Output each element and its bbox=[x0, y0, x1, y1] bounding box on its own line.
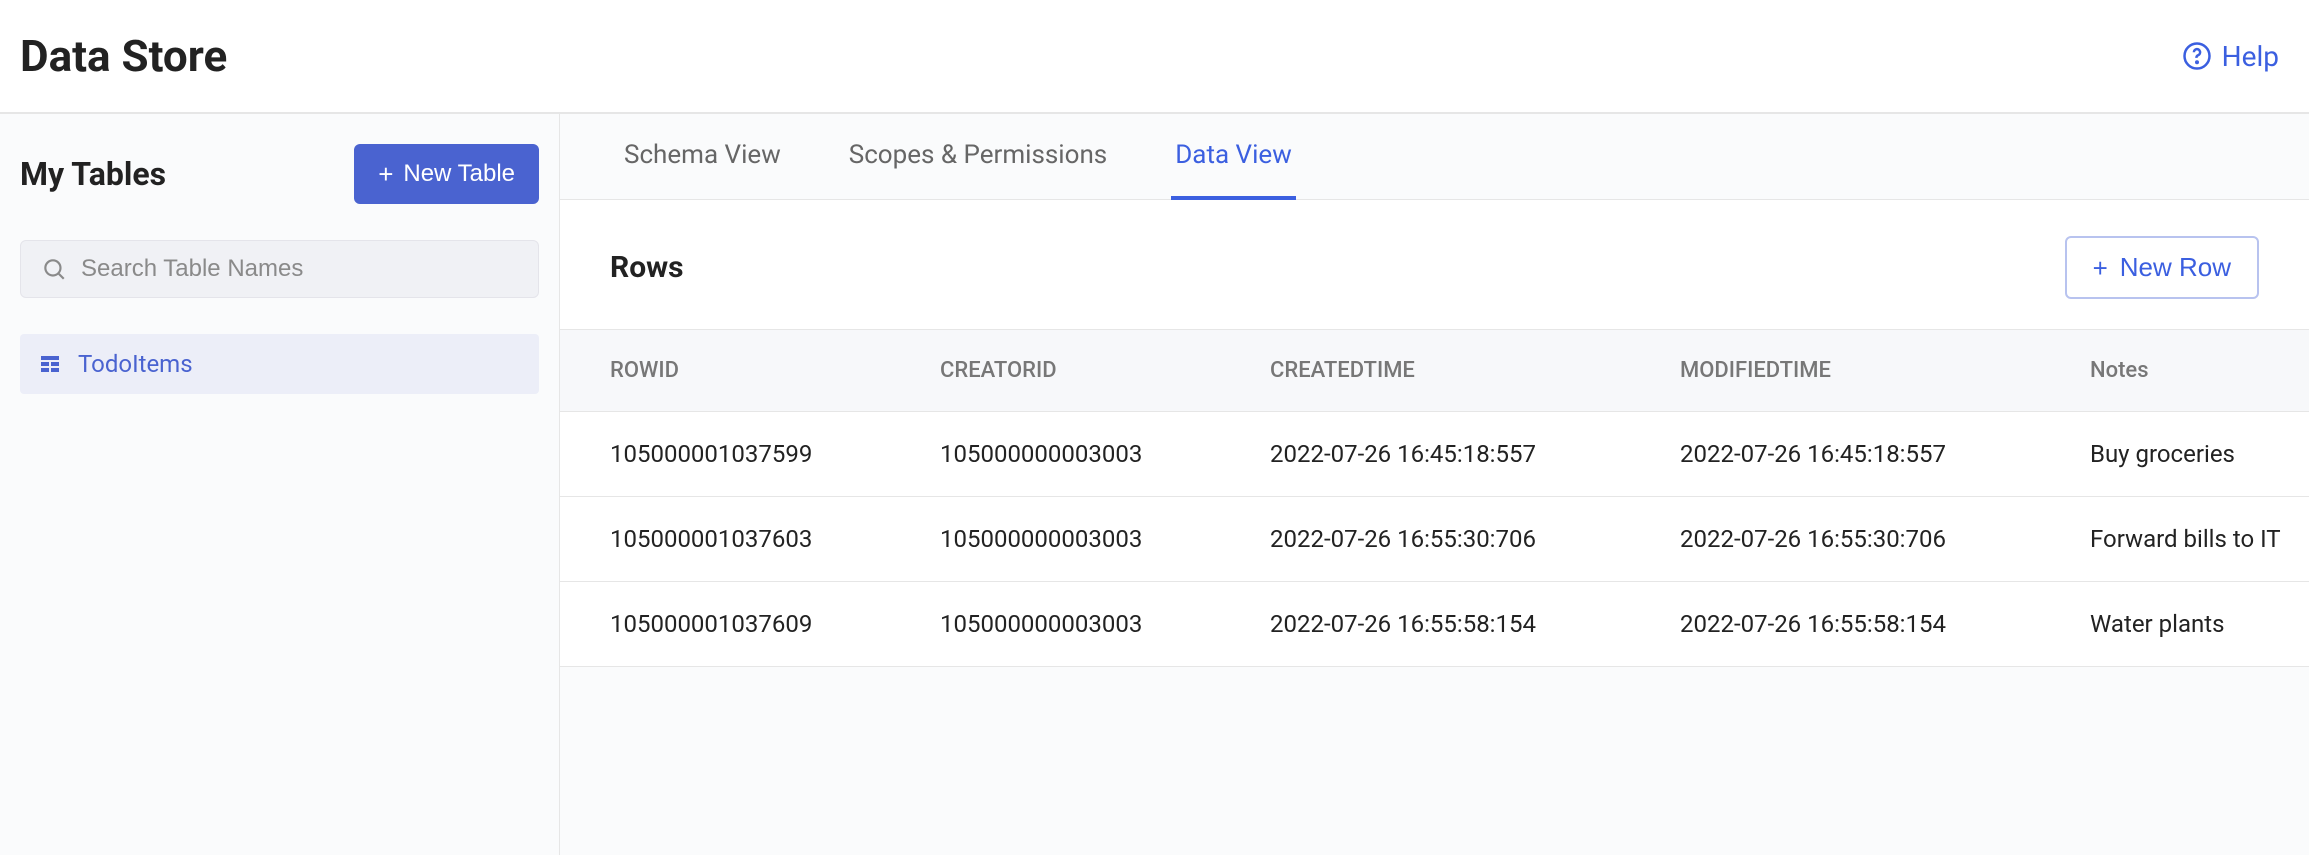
cell-rowid: 105000001037609 bbox=[560, 582, 890, 666]
content: Schema View Scopes & Permissions Data Vi… bbox=[560, 114, 2309, 855]
cell-createdtime: 2022-07-26 16:55:58:154 bbox=[1220, 582, 1630, 666]
cell-rowid: 105000001037603 bbox=[560, 497, 890, 581]
cell-creatorid: 105000000003003 bbox=[890, 582, 1220, 666]
cell-notes: Water plants bbox=[2040, 582, 2309, 666]
rows-head: Rows + New Row bbox=[560, 200, 2309, 329]
sidebar-item-todoitems[interactable]: TodoItems bbox=[20, 334, 539, 394]
col-header-notes[interactable]: Notes bbox=[2040, 330, 2309, 411]
table-row[interactable]: 105000001037609 105000000003003 2022-07-… bbox=[560, 582, 2309, 667]
cell-modifiedtime: 2022-07-26 16:45:18:557 bbox=[1630, 412, 2040, 496]
help-link[interactable]: Help bbox=[2182, 40, 2279, 73]
table-row[interactable]: 105000001037599 105000000003003 2022-07-… bbox=[560, 412, 2309, 497]
new-table-button[interactable]: + New Table bbox=[354, 144, 539, 204]
help-icon bbox=[2182, 41, 2212, 71]
col-header-creatorid[interactable]: CREATORID bbox=[890, 330, 1220, 411]
col-header-modifiedtime[interactable]: MODIFIEDTIME bbox=[1630, 330, 2040, 411]
data-table: ROWID CREATORID CREATEDTIME MODIFIEDTIME… bbox=[560, 329, 2309, 667]
tab-data-view[interactable]: Data View bbox=[1171, 114, 1296, 200]
page-title: Data Store bbox=[20, 30, 227, 82]
search-input[interactable] bbox=[81, 255, 518, 283]
new-row-label: New Row bbox=[2120, 252, 2231, 283]
rows-title: Rows bbox=[610, 250, 684, 285]
cell-createdtime: 2022-07-26 16:55:30:706 bbox=[1220, 497, 1630, 581]
main: My Tables + New Table TodoItems Schema V… bbox=[0, 114, 2309, 855]
new-table-label: New Table bbox=[403, 160, 515, 188]
sidebar-item-label: TodoItems bbox=[78, 350, 193, 378]
help-label: Help bbox=[2222, 40, 2279, 73]
tab-scopes-permissions[interactable]: Scopes & Permissions bbox=[845, 114, 1111, 200]
col-header-rowid[interactable]: ROWID bbox=[560, 330, 890, 411]
cell-notes: Buy groceries bbox=[2040, 412, 2309, 496]
tabs: Schema View Scopes & Permissions Data Vi… bbox=[560, 114, 2309, 200]
search-wrap[interactable] bbox=[20, 240, 539, 298]
plus-icon: + bbox=[2093, 255, 2108, 281]
col-header-createdtime[interactable]: CREATEDTIME bbox=[1220, 330, 1630, 411]
sidebar: My Tables + New Table TodoItems bbox=[0, 114, 560, 855]
plus-icon: + bbox=[378, 161, 393, 187]
table-header-row: ROWID CREATORID CREATEDTIME MODIFIEDTIME… bbox=[560, 330, 2309, 412]
cell-creatorid: 105000000003003 bbox=[890, 412, 1220, 496]
new-row-button[interactable]: + New Row bbox=[2065, 236, 2259, 299]
cell-createdtime: 2022-07-26 16:45:18:557 bbox=[1220, 412, 1630, 496]
sidebar-top: My Tables + New Table bbox=[20, 144, 539, 204]
cell-rowid: 105000001037599 bbox=[560, 412, 890, 496]
cell-creatorid: 105000000003003 bbox=[890, 497, 1220, 581]
search-icon bbox=[41, 256, 67, 282]
cell-modifiedtime: 2022-07-26 16:55:58:154 bbox=[1630, 582, 2040, 666]
tab-schema-view[interactable]: Schema View bbox=[620, 114, 785, 200]
table-icon bbox=[38, 352, 62, 376]
cell-modifiedtime: 2022-07-26 16:55:30:706 bbox=[1630, 497, 2040, 581]
table-row[interactable]: 105000001037603 105000000003003 2022-07-… bbox=[560, 497, 2309, 582]
cell-notes: Forward bills to IT bbox=[2040, 497, 2309, 581]
header: Data Store Help bbox=[0, 0, 2309, 114]
sidebar-title: My Tables bbox=[20, 155, 166, 193]
